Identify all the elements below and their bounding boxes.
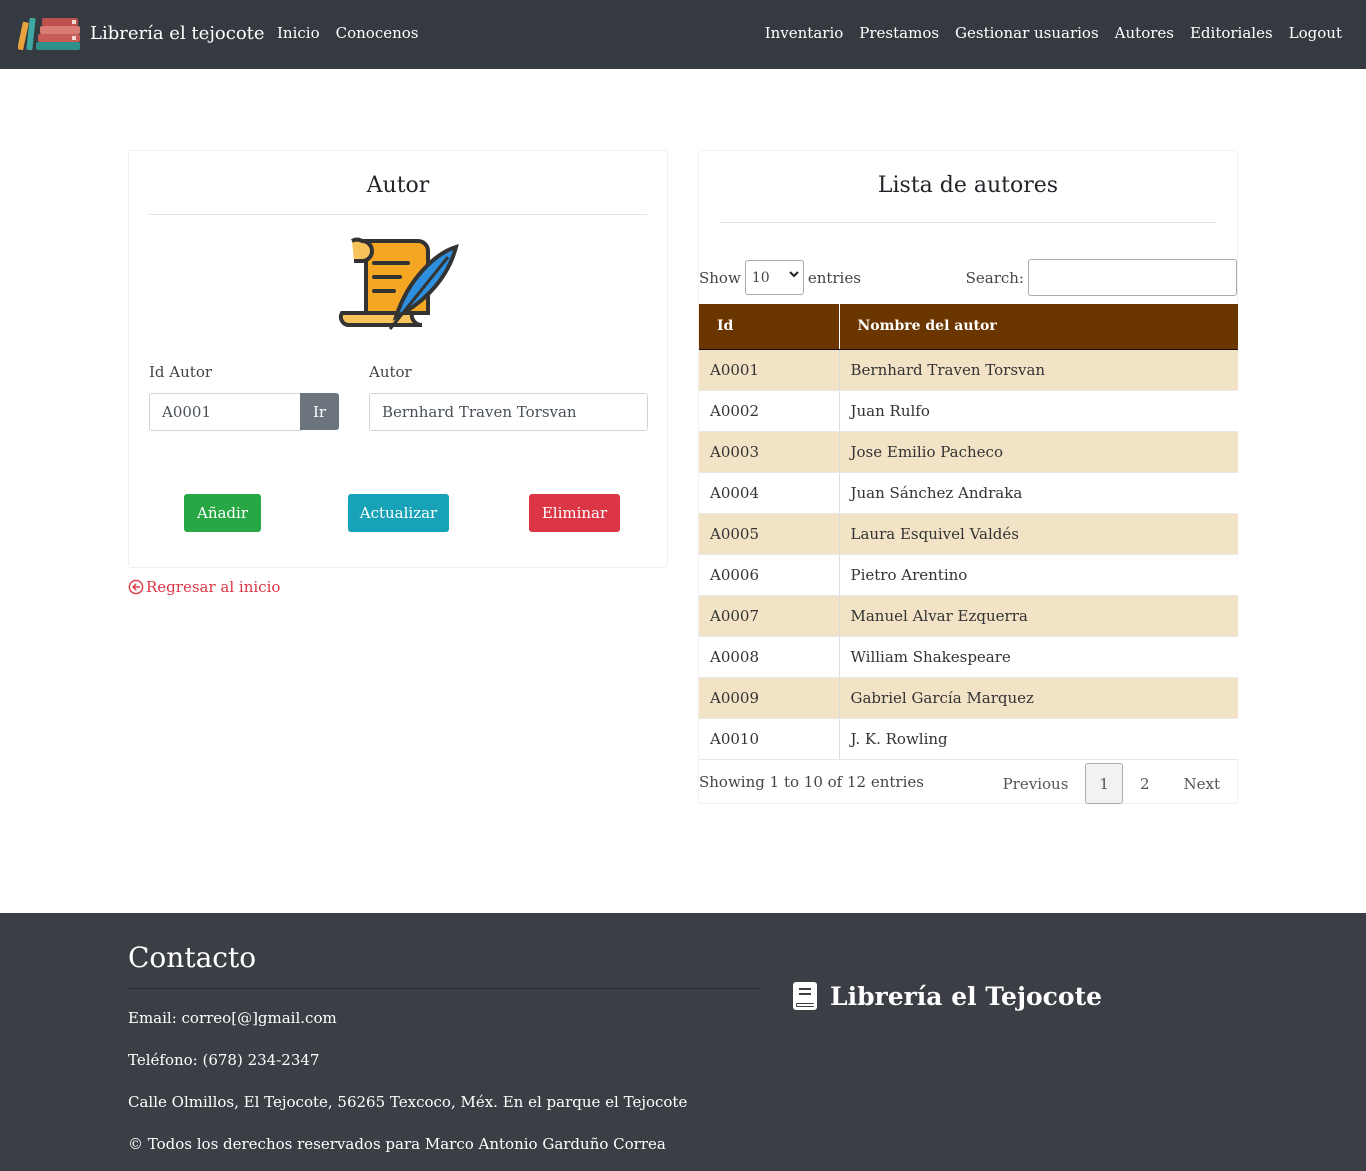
footer: Contacto Email: correo[@]gmail.com Teléf… xyxy=(0,913,1366,1171)
nav-link-autores[interactable]: Autores xyxy=(1115,24,1174,42)
next-page-button[interactable]: Next xyxy=(1167,763,1238,804)
id-autor-input[interactable] xyxy=(149,393,301,431)
page-1-button[interactable]: 1 xyxy=(1085,763,1123,804)
delete-button[interactable]: Eliminar xyxy=(529,494,620,532)
list-title: Lista de autores xyxy=(877,173,1059,198)
entries-label: entries xyxy=(807,268,861,287)
arrow-circle-left-icon xyxy=(128,579,144,595)
book-icon xyxy=(793,982,817,1010)
show-label: Show xyxy=(699,268,741,287)
table-row[interactable]: A0005 Laura Esquivel Valdés xyxy=(699,513,1238,555)
cell-id: A0009 xyxy=(699,677,839,719)
add-button[interactable]: Añadir xyxy=(184,494,261,532)
form-divider xyxy=(149,214,647,215)
footer-address: Calle Olmillos, El Tejocote, 56265 Texco… xyxy=(128,1093,688,1111)
footer-brand-name: Librería el Tejocote xyxy=(830,981,1103,1011)
footer-phone: Teléfono: (678) 234-2347 xyxy=(128,1051,320,1069)
cell-id: A0003 xyxy=(699,431,839,473)
previous-page-button[interactable]: Previous xyxy=(986,763,1086,804)
autor-form-card: Autor Id Autor Ir Autor Añadir Actualiza… xyxy=(128,150,668,568)
cell-nombre: Gabriel García Marquez xyxy=(838,677,1238,719)
cell-id: A0006 xyxy=(699,554,839,596)
cell-id: A0008 xyxy=(699,636,839,678)
back-home-link[interactable]: Regresar al inicio xyxy=(128,578,280,596)
table-row[interactable]: A0006 Pietro Arentino xyxy=(699,554,1238,596)
column-header-id[interactable]: Id xyxy=(699,304,839,350)
column-header-nombre[interactable]: Nombre del autor xyxy=(838,304,1238,350)
cell-nombre: Pietro Arentino xyxy=(838,554,1238,596)
cell-nombre: Manuel Alvar Ezquerra xyxy=(838,595,1238,637)
table-info: Showing 1 to 10 of 12 entries xyxy=(699,773,924,791)
brand[interactable]: Librería el tejocote xyxy=(18,14,265,52)
autor-label: Autor xyxy=(369,363,412,381)
footer-brand: Librería el Tejocote xyxy=(792,981,1102,1011)
update-button[interactable]: Actualizar xyxy=(348,494,449,532)
page-2-button[interactable]: 2 xyxy=(1123,763,1167,804)
footer-title: Contacto xyxy=(128,941,257,974)
autores-list-card: Lista de autores Show 10 entries Search:… xyxy=(698,150,1238,804)
cell-id: A0010 xyxy=(699,718,839,760)
select-chevron-icon xyxy=(789,269,799,282)
autores-table: Id Nombre del autor A0001 Bernhard Traven… xyxy=(699,304,1238,760)
cell-id: A0005 xyxy=(699,513,839,555)
table-row[interactable]: A0009 Gabriel García Marquez xyxy=(699,677,1238,719)
nav-link-prestamos[interactable]: Prestamos xyxy=(859,24,939,42)
table-row[interactable]: A0008 William Shakespeare xyxy=(699,636,1238,678)
entries-select-value: 10 xyxy=(751,269,770,286)
entries-select[interactable]: 10 xyxy=(744,260,804,295)
cell-nombre: William Shakespeare xyxy=(838,636,1238,678)
cell-id: A0001 xyxy=(699,349,839,391)
table-header-row: Id Nombre del autor xyxy=(699,304,1238,350)
entries-length: Show 10 entries xyxy=(699,260,861,295)
id-autor-label: Id Autor xyxy=(149,363,213,381)
nav-link-gestionar-usuarios[interactable]: Gestionar usuarios xyxy=(955,24,1099,42)
nav-link-inicio[interactable]: Inicio xyxy=(277,24,320,42)
table-row[interactable]: A0007 Manuel Alvar Ezquerra xyxy=(699,595,1238,637)
table-search: Search: xyxy=(966,259,1237,296)
cell-nombre: Juan Rulfo xyxy=(838,390,1238,432)
cell-id: A0002 xyxy=(699,390,839,432)
table-row[interactable]: A0001 Bernhard Traven Torsvan xyxy=(699,349,1238,391)
nav-left: Inicio Conocenos xyxy=(277,24,419,42)
brand-name: Librería el tejocote xyxy=(90,22,265,44)
cell-nombre: J. K. Rowling xyxy=(838,718,1238,760)
go-button[interactable]: Ir xyxy=(300,393,339,430)
cell-nombre: Juan Sánchez Andraka xyxy=(838,472,1238,514)
list-divider xyxy=(719,222,1217,223)
table-row[interactable]: A0002 Juan Rulfo xyxy=(699,390,1238,432)
back-home-label: Regresar al inicio xyxy=(146,578,281,596)
table-row[interactable]: A0010 J. K. Rowling xyxy=(699,718,1238,760)
search-label: Search: xyxy=(965,268,1024,287)
pagination: Previous 1 2 Next xyxy=(986,763,1237,804)
cell-id: A0007 xyxy=(699,595,839,637)
cell-nombre: Laura Esquivel Valdés xyxy=(838,513,1238,555)
cell-id: A0004 xyxy=(699,472,839,514)
scroll-quill-icon xyxy=(338,237,459,330)
footer-email: Email: correo[@]gmail.com xyxy=(128,1009,337,1027)
nav-link-conocenos[interactable]: Conocenos xyxy=(336,24,419,42)
autor-input[interactable] xyxy=(369,393,648,431)
footer-divider xyxy=(128,988,760,989)
footer-copyright: © Todos los derechos reservados para Mar… xyxy=(128,1135,666,1153)
navbar: Librería el tejocote Inicio Conocenos In… xyxy=(0,0,1366,69)
table-row[interactable]: A0003 Jose Emilio Pacheco xyxy=(699,431,1238,473)
nav-link-editoriales[interactable]: Editoriales xyxy=(1190,24,1273,42)
nav-link-logout[interactable]: Logout xyxy=(1289,24,1342,42)
nav-right: Inventario Prestamos Gestionar usuarios … xyxy=(765,24,1342,42)
cell-nombre: Bernhard Traven Torsvan xyxy=(838,349,1238,391)
form-title: Autor xyxy=(366,173,430,198)
search-input[interactable] xyxy=(1028,259,1237,296)
nav-link-inventario[interactable]: Inventario xyxy=(765,24,844,42)
table-row[interactable]: A0004 Juan Sánchez Andraka xyxy=(699,472,1238,514)
books-logo-icon xyxy=(18,17,80,51)
cell-nombre: Jose Emilio Pacheco xyxy=(838,431,1238,473)
